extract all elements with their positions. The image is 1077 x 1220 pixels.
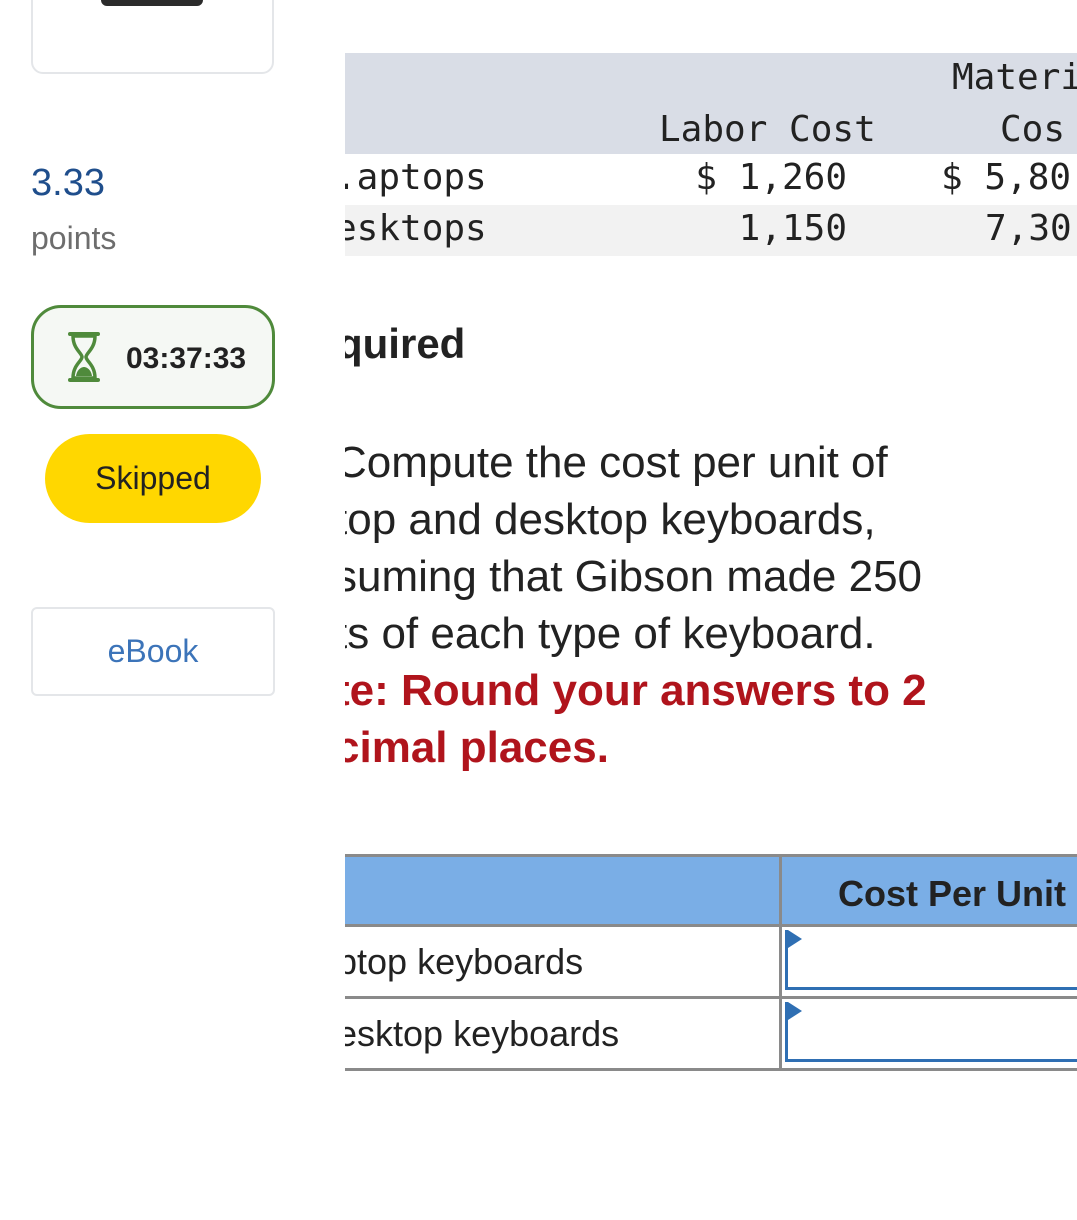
row-label: .aptops [345, 157, 487, 198]
row-material: $ 5,80 [941, 157, 1072, 198]
points-value: 3.33 [31, 162, 105, 204]
note-line: te: Round your answers to 2 [345, 666, 927, 715]
laptop-cost-per-unit-input[interactable] [788, 930, 1077, 987]
instruction-line: suming that Gibson made 250 [345, 552, 923, 601]
column-divider [779, 927, 782, 996]
answer-row-label: esktop keyboards [345, 1013, 620, 1054]
cost-table-row: .aptops $ 1,260 $ 5,80 [345, 154, 1077, 205]
header-labor-cost: Labor Cost [659, 109, 876, 150]
desktop-cost-per-unit-input[interactable] [788, 1002, 1077, 1059]
cost-table-row: esktops 1,150 7,30 [345, 205, 1077, 256]
skipped-badge: Skipped [45, 434, 261, 523]
nav-indicator-bar [101, 0, 203, 6]
header-material-cost: Cos [1000, 109, 1066, 150]
ebook-button[interactable]: eBook [31, 607, 275, 696]
column-divider [779, 857, 782, 924]
timer-text: 03:37:33 [126, 342, 247, 375]
points-label: points [31, 220, 117, 256]
answer-table: Cost Per Unit ptop keyboards esktop keyb… [345, 854, 1077, 1071]
instructions: Compute the cost per unit of top and des… [345, 434, 1077, 776]
instruction-line: Compute the cost per unit of [345, 438, 888, 487]
timer-badge[interactable]: 03:37:33 [31, 305, 275, 409]
instruction-line: ts of each type of keyboard. [345, 609, 876, 658]
row-labor: $ 1,260 [695, 157, 847, 198]
column-divider [779, 999, 782, 1068]
hourglass-icon [68, 332, 100, 382]
page: 3.33 points 03:37:33 Skipped eBook Mater… [0, 0, 1077, 1220]
instruction-line: top and desktop keyboards, [345, 495, 876, 544]
question-content: Materi Labor Cost Cos .aptops $ 1,260 $ … [345, 0, 1077, 1220]
answer-row-laptop: ptop keyboards [345, 927, 1077, 999]
answer-row-desktop: esktop keyboards [345, 999, 1077, 1071]
desktop-cost-input-wrapper [785, 1002, 1077, 1062]
note-line: cimal places. [345, 723, 609, 772]
row-labor: 1,150 [738, 208, 847, 249]
laptop-cost-input-wrapper [785, 930, 1077, 990]
answer-row-label: ptop keyboards [345, 941, 584, 982]
row-label: esktops [345, 208, 487, 249]
cost-per-unit-header: Cost Per Unit [838, 873, 1067, 914]
answer-table-header: Cost Per Unit [345, 854, 1077, 927]
header-material-top: Materi [952, 57, 1077, 98]
cost-data-table: Materi Labor Cost Cos .aptops $ 1,260 $ … [345, 53, 1077, 256]
cost-table-header: Materi Labor Cost Cos [345, 53, 1077, 154]
required-heading: quired [345, 320, 466, 367]
question-nav-card[interactable] [31, 0, 274, 74]
row-material: 7,30 [985, 208, 1072, 249]
